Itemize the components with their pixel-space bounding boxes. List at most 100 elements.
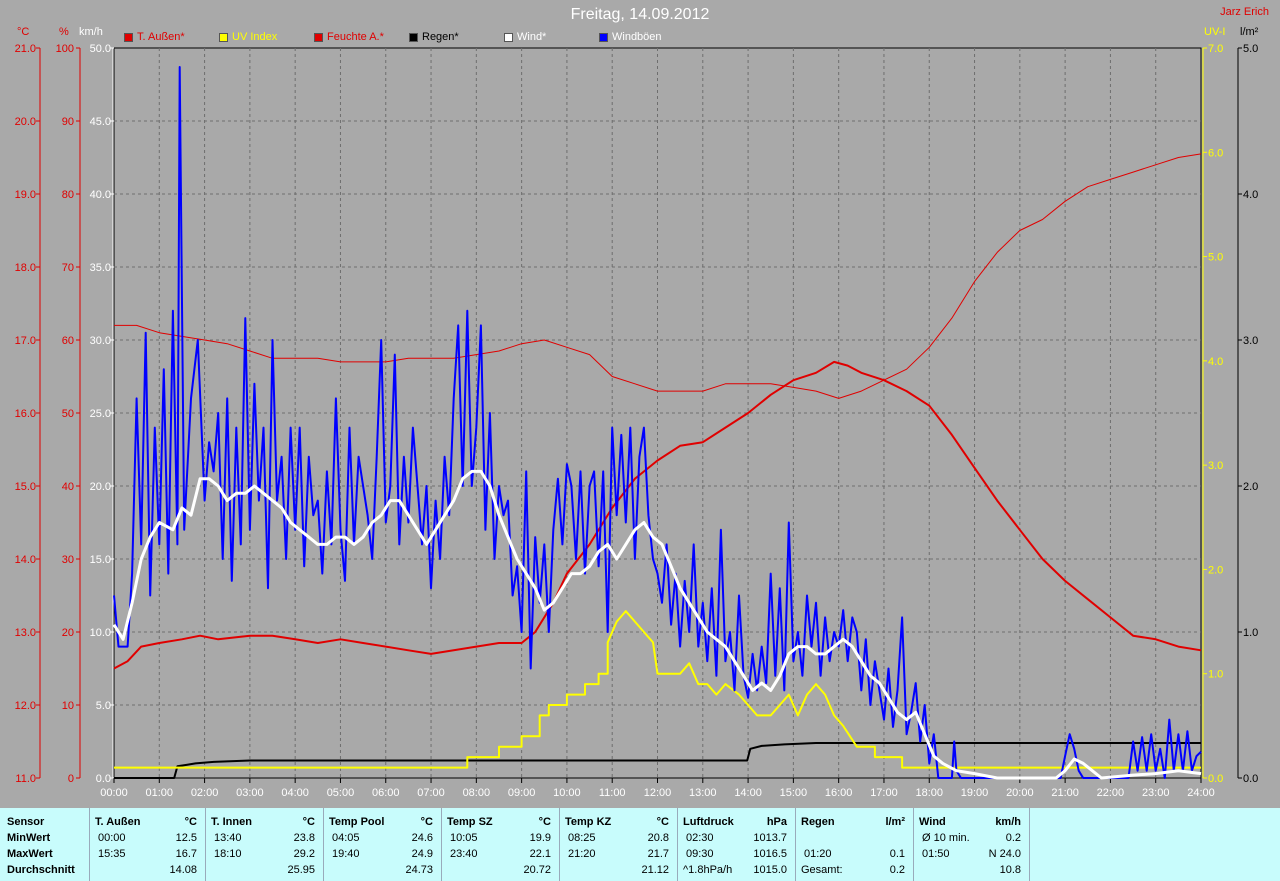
row-label-avg: Durchschnitt [7,864,75,876]
legend-swatch [409,32,418,42]
uv-tick-label: 0.0 [1208,773,1223,785]
legend-t-aussen: T. Außen* [124,31,185,43]
row-label-sensor: Sensor [7,816,45,828]
humidity-tick-label: 30 [62,554,74,566]
x-tick-label: 09:00 [508,787,536,799]
stats-header-name: Wind [919,816,946,828]
stats-max-value: 16.7 [175,848,197,860]
wind-tick-label: 50.0 [90,43,111,55]
stats-max-value: 24.9 [411,848,433,860]
stats-max-time: 01:50 [922,848,950,860]
row-label-max: MaxWert [7,848,53,860]
stats-max-value: N 24.0 [988,848,1021,860]
legend-swatch [599,32,608,42]
uv-tick-label: 1.0 [1208,669,1223,681]
stats-min-time: 08:25 [568,832,596,844]
legend-regen: Regen* [409,31,459,43]
humidity-axis-unit: % [59,26,69,38]
stats-header-unit: l/m² [885,816,905,828]
uv-tick-label: 6.0 [1208,147,1223,159]
humidity-tick-label: 0 [68,773,74,785]
legend-swatch [504,32,513,42]
stats-max-value: 0.1 [889,848,905,860]
humidity-tick-label: 90 [62,116,74,128]
stats-header-unit: °C [656,816,669,828]
stats-header-name: T. Außen [95,816,141,828]
legend-label: Wind* [517,31,547,43]
stats-column: Temp SZ °C 10:05 19.9 23:40 22.1 20.72 [442,808,560,881]
humidity-tick-label: 100 [56,43,74,55]
temp-tick-label: 18.0 [15,262,36,274]
x-tick-label: 00:00 [100,787,128,799]
stats-max-value: 1016.5 [753,848,787,860]
rain-tick-label: 4.0 [1243,189,1258,201]
stats-min-value: 1013.7 [753,832,787,844]
legend-swatch [314,32,323,42]
stats-min-value: 12.5 [175,832,197,844]
stats-min-value: 23.8 [293,832,315,844]
wind-tick-label: 5.0 [96,700,111,712]
wind-tick-label: 25.0 [90,408,111,420]
stats-row-labels: Sensor MinWert MaxWert Durchschnitt [0,808,90,881]
stats-header-name: Temp KZ [565,816,612,828]
stats-avg-label: ^1.8hPa/h [683,864,733,876]
uv-tick-label: 3.0 [1208,460,1223,472]
stats-column: T. Innen °C 13:40 23.8 18:10 29.2 25.95 [206,808,324,881]
stats-header-unit: °C [538,816,551,828]
x-tick-label: 12:00 [644,787,672,799]
x-tick-label: 19:00 [961,787,989,799]
wind-tick-label: 10.0 [90,627,111,639]
x-tick-label: 07:00 [417,787,445,799]
stats-min-value: 0.2 [1005,832,1021,844]
rain-tick-label: 5.0 [1243,43,1258,55]
humidity-tick-label: 50 [62,408,74,420]
stats-column: Temp KZ °C 08:25 20.8 21:20 21.7 21.12 [560,808,678,881]
legend-swatch [219,32,228,42]
humidity-tick-label: 10 [62,700,74,712]
stats-avg-value: 25.95 [287,864,315,876]
stats-avg-value: 21.12 [641,864,669,876]
x-tick-label: 18:00 [915,787,943,799]
stats-max-time: 23:40 [450,848,478,860]
humidity-tick-label: 80 [62,189,74,201]
stats-avg-value: 1015.0 [753,864,787,876]
x-tick-label: 06:00 [372,787,400,799]
stats-avg-value: 0.2 [889,864,905,876]
stats-header-unit: °C [302,816,315,828]
wind-tick-label: 45.0 [90,116,111,128]
legend-label: Regen* [422,31,459,43]
stats-min-time: 10:05 [450,832,478,844]
stats-max-value: 21.7 [647,848,669,860]
stats-max-time: 15:35 [98,848,126,860]
x-tick-label: 08:00 [463,787,491,799]
stats-avg-value: 24.73 [405,864,433,876]
legend-feuchte: Feuchte A.* [314,31,384,43]
wind-tick-label: 40.0 [90,189,111,201]
rain-tick-label: 2.0 [1243,481,1258,493]
wind-tick-label: 35.0 [90,262,111,274]
temp-tick-label: 13.0 [15,627,36,639]
stats-header-unit: km/h [995,816,1021,828]
humidity-tick-label: 20 [62,627,74,639]
stats-min-value: 19.9 [529,832,551,844]
stats-max-time: 21:20 [568,848,596,860]
x-tick-label: 14:00 [734,787,762,799]
stats-header-name: Luftdruck [683,816,734,828]
weather-chart: 21.0 20.0 19.0 18.0 17.0 16.0 15.0 14.0 13.0 12.0… [15,43,1259,799]
uv-tick-label: 2.0 [1208,564,1223,576]
temp-tick-label: 14.0 [15,554,36,566]
x-tick-label: 10:00 [553,787,581,799]
temp-tick-label: 15.0 [15,481,36,493]
stats-avg-value: 14.08 [169,864,197,876]
x-tick-label: 04:00 [281,787,309,799]
x-tick-label: 11:00 [599,787,626,799]
wind-tick-label: 30.0 [90,335,111,347]
legend-swatch [124,32,133,42]
legend-label: T. Außen* [137,31,185,43]
temp-axis-unit: °C [17,26,30,38]
stats-min-value: 20.8 [647,832,669,844]
author-label: Jarz Erich [1220,6,1269,18]
stats-max-value: 22.1 [529,848,551,860]
stats-max-time: 09:30 [686,848,714,860]
legend-windboeen: Windböen [599,31,662,43]
